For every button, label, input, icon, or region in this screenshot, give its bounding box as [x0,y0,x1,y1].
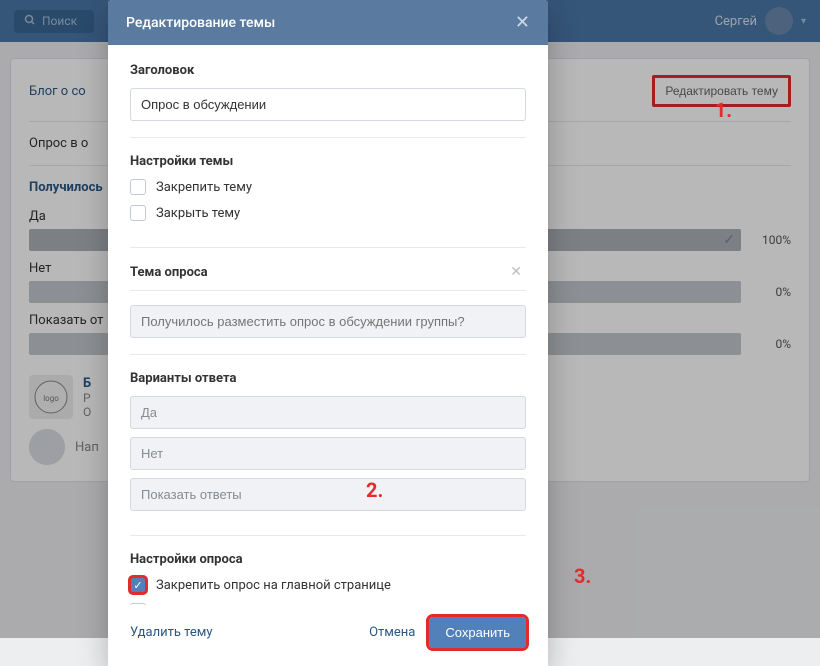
field-label-poll-question: Тема опроса [130,265,506,280]
poll-question-input[interactable] [130,305,526,338]
topic-title-input[interactable] [130,88,526,121]
close-topic-checkbox[interactable] [130,205,146,221]
field-label-answers: Варианты ответа [130,371,526,386]
close-poll-checkbox[interactable] [130,603,146,605]
answer-input-3[interactable] [130,478,526,511]
clear-poll-icon[interactable]: ✕ [506,264,526,280]
field-label-settings: Настройки темы [130,154,526,169]
pin-poll-label: Закрепить опрос на главной странице [156,578,391,593]
field-label-title: Заголовок [130,63,526,78]
answer-input-1[interactable] [130,396,526,429]
pin-topic-checkbox[interactable] [130,179,146,195]
pin-topic-label: Закрепить тему [156,180,252,195]
close-topic-label: Закрыть тему [156,206,240,221]
answer-input-2[interactable] [130,437,526,470]
close-poll-label: Закрыть опрос [156,604,248,606]
edit-topic-modal: Редактирование темы ✕ Заголовок Настройк… [108,0,548,666]
modal-title: Редактирование темы [126,15,275,31]
close-icon[interactable]: ✕ [515,12,530,33]
field-label-poll-settings: Настройки опроса [130,552,526,567]
pin-poll-checkbox[interactable]: ✓ [130,577,146,593]
save-button[interactable]: Сохранить [429,617,526,648]
